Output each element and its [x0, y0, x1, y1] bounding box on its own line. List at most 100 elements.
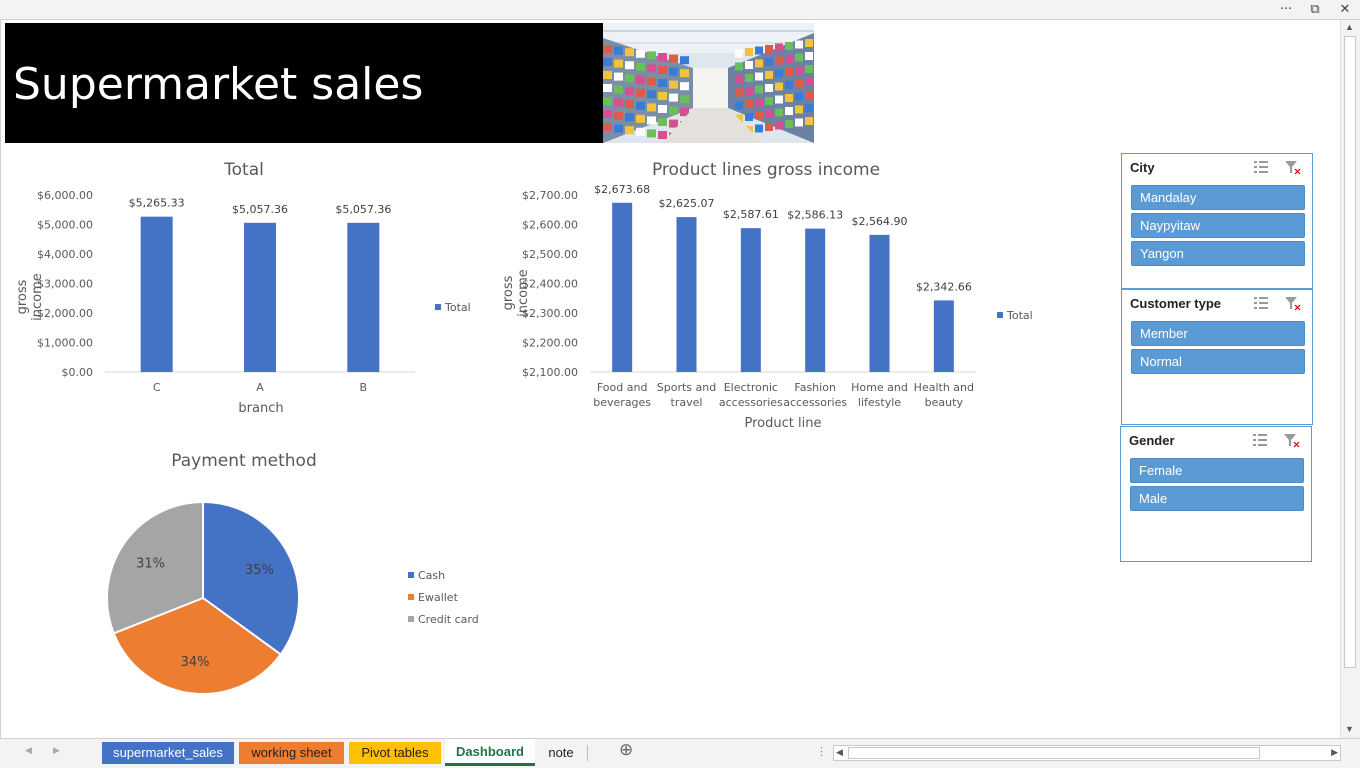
tab-supermarket-sales[interactable]: supermarket_sales	[102, 742, 234, 764]
clear-filter-icon[interactable]	[1283, 431, 1301, 449]
add-sheet-icon[interactable]: ⊕	[619, 740, 633, 760]
product-box	[795, 66, 803, 75]
scroll-down-icon[interactable]: ▼	[1345, 724, 1354, 734]
slicer-gender[interactable]: Gender Female Male	[1120, 426, 1312, 562]
close-icon[interactable]: ✕	[1335, 1, 1355, 19]
product-chart-title: Product lines gross income	[651, 160, 881, 180]
vertical-scrollbar[interactable]: ▲ ▼	[1340, 20, 1360, 738]
x-tick-label: Food and	[597, 381, 648, 394]
bar-data-label: $2,564.90	[852, 215, 908, 228]
x-tick-label: Home and	[851, 381, 908, 394]
product-box	[647, 116, 656, 125]
product-box	[658, 66, 667, 74]
clear-filter-icon[interactable]	[1284, 158, 1302, 176]
pie-data-label: 35%	[245, 563, 274, 578]
y-tick-label: $1,000.00	[37, 337, 93, 350]
bar-data-label: $5,265.33	[129, 197, 185, 210]
product-box	[805, 104, 813, 112]
product-box	[785, 107, 793, 115]
product-box	[658, 79, 667, 87]
product-box	[680, 95, 689, 104]
product-box	[765, 45, 773, 53]
x-tick-label: Health and	[914, 381, 974, 394]
bar-data-label: $2,625.07	[659, 197, 715, 210]
legend-swatch-total	[997, 312, 1003, 318]
slicer-item-yangon[interactable]: Yangon	[1131, 241, 1305, 266]
product-box	[745, 87, 753, 95]
supermarket-aisle-photo[interactable]	[603, 23, 814, 143]
product-bar-chart[interactable]: $2,100.00 $2,200.00 $2,300.00 $2,400.00 $2,5…	[500, 180, 1000, 415]
bar	[869, 234, 890, 372]
product-box	[669, 80, 678, 89]
product-box	[625, 100, 634, 109]
y-tick-label: $6,000.00	[37, 189, 93, 202]
product-box	[765, 84, 773, 92]
product-box	[735, 75, 743, 84]
page-title: Supermarket sales	[13, 59, 424, 110]
multi-select-icon[interactable]	[1252, 294, 1270, 312]
next-sheet-icon[interactable]: ▶	[53, 745, 60, 756]
product-box	[658, 105, 667, 113]
vertical-scroll-thumb[interactable]	[1344, 36, 1356, 668]
slicer-item-naypyitaw[interactable]: Naypyitaw	[1131, 213, 1305, 238]
clear-filter-icon[interactable]	[1284, 294, 1302, 312]
slicer-item-female[interactable]: Female	[1130, 458, 1304, 483]
product-box	[785, 42, 793, 50]
product-box	[680, 69, 689, 78]
horizontal-scroll-thumb[interactable]	[848, 747, 1260, 759]
scroll-up-icon[interactable]: ▲	[1345, 22, 1354, 32]
tab-divider	[587, 745, 588, 761]
product-box	[745, 61, 753, 69]
scroll-left-icon[interactable]: ◀	[836, 747, 843, 758]
bar-data-label: $5,057.36	[232, 203, 288, 216]
x-tick-label: A	[256, 381, 264, 394]
product-box	[795, 92, 803, 101]
slicer-title: City	[1130, 160, 1155, 175]
product-chart-xlabel: Product line	[744, 416, 822, 431]
slicer-item-mandalay[interactable]: Mandalay	[1131, 185, 1305, 210]
product-box	[636, 62, 645, 71]
product-box	[745, 100, 753, 108]
slicer-item-normal[interactable]: Normal	[1131, 349, 1305, 374]
total-bar-chart[interactable]: $0.00 $1,000.00 $2,000.00 $3,000.00 $4,000.0…	[0, 180, 480, 400]
product-box	[775, 56, 783, 65]
prev-sheet-icon[interactable]: ◀	[25, 745, 32, 756]
scroll-right-icon[interactable]: ▶	[1331, 747, 1338, 758]
tab-pivot-tables[interactable]: Pivot tables	[349, 742, 441, 764]
legend-swatch-ewallet	[408, 594, 414, 600]
product-box	[775, 43, 783, 52]
window-title-bar: ··· ⧉ ✕	[0, 0, 1360, 20]
bar	[140, 216, 173, 372]
slicer-item-member[interactable]: Member	[1131, 321, 1305, 346]
product-box	[755, 46, 763, 55]
product-box	[745, 74, 753, 82]
restore-window-icon[interactable]: ⧉	[1305, 1, 1325, 19]
payment-pie-chart[interactable]: 35% 34% 31%	[100, 495, 310, 705]
multi-select-icon[interactable]	[1251, 431, 1269, 449]
bar	[805, 228, 826, 372]
horizontal-scrollbar[interactable]: ◀ ▶	[833, 745, 1341, 761]
slicer-city[interactable]: City Mandalay Naypyitaw Yangon	[1121, 153, 1313, 289]
product-box	[636, 49, 645, 58]
product-box	[755, 59, 763, 68]
product-box	[805, 78, 813, 86]
tab-working-sheet[interactable]: working sheet	[239, 742, 344, 764]
product-box	[775, 108, 783, 117]
tab-note[interactable]: note	[538, 742, 584, 764]
bar	[347, 222, 380, 372]
y-tick-label: $2,700.00	[522, 189, 578, 202]
tab-splitter-handle[interactable]: ⋮	[816, 745, 827, 758]
multi-select-icon[interactable]	[1252, 158, 1270, 176]
slicer-customer-type[interactable]: Customer type Member Normal	[1121, 289, 1313, 425]
product-box	[765, 123, 773, 131]
more-options-icon[interactable]: ···	[1276, 1, 1296, 19]
product-box	[603, 110, 612, 118]
product-box	[795, 40, 803, 49]
product-box	[735, 101, 743, 110]
legend-label-credit-card: Credit card	[418, 612, 479, 626]
product-box	[658, 131, 667, 139]
slicer-item-male[interactable]: Male	[1130, 486, 1304, 511]
tab-dashboard[interactable]: Dashboard	[445, 739, 535, 766]
product-box	[636, 127, 645, 136]
x-tick-label: beauty	[925, 396, 964, 409]
